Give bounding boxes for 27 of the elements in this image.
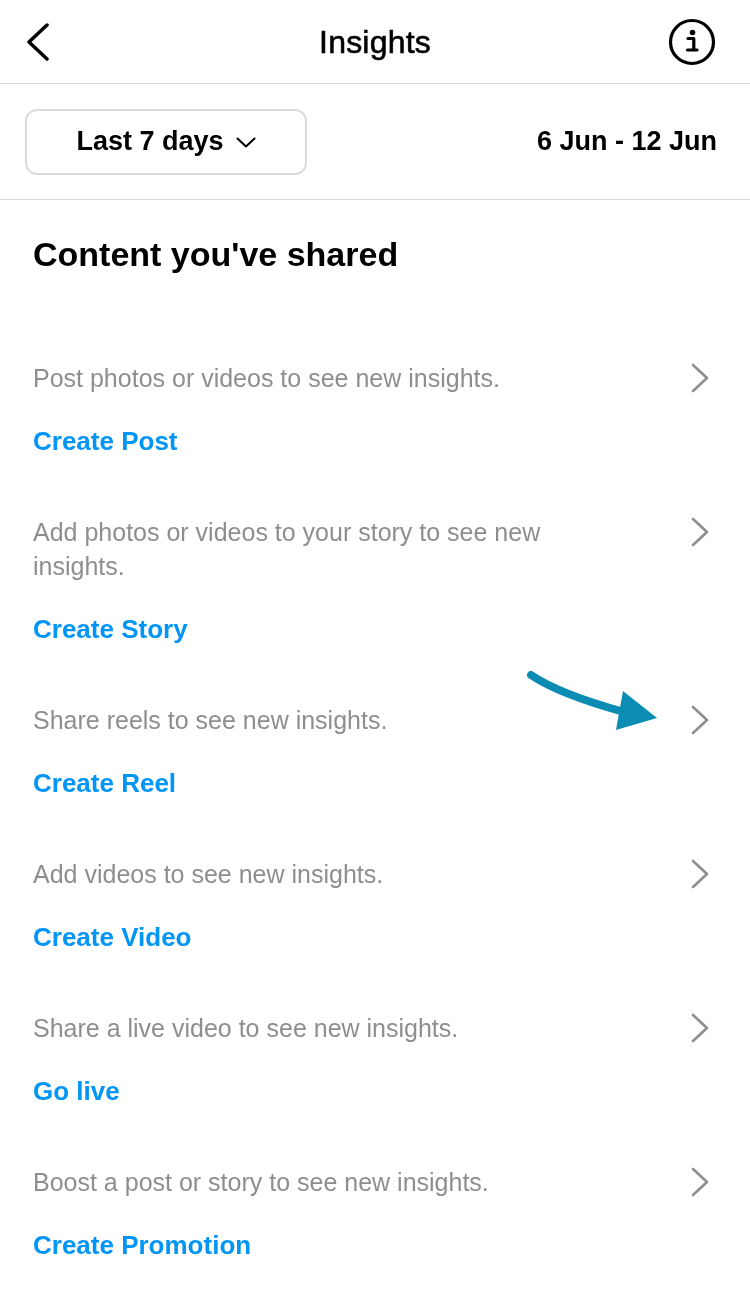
action-link[interactable]: Create Post (33, 426, 178, 456)
chevron-right-icon[interactable] (691, 363, 709, 393)
action-link[interactable]: Go live (33, 1076, 120, 1106)
info-icon (668, 17, 716, 66)
action-link[interactable]: Create Video (33, 922, 192, 952)
chevron-right-icon[interactable] (691, 859, 709, 889)
insight-description: Add photos or videos to your story to see new insights. (33, 517, 542, 582)
date-range-text: 6 Jun - 12 Jun (536, 126, 717, 157)
back-button[interactable] (26, 22, 50, 61)
section-heading: Content you've shared (33, 234, 400, 275)
date-range-dropdown[interactable]: Last 7 days (25, 108, 307, 175)
insight-description: Post photos or videos to see new insights. (33, 363, 500, 394)
chevron-right-icon[interactable] (691, 1167, 709, 1197)
action-link[interactable]: Create Story (33, 614, 188, 644)
action-link[interactable]: Create Promotion (33, 1230, 252, 1260)
insight-description: Boost a post or story to see new insights. (33, 1167, 489, 1198)
chevron-right-icon[interactable] (691, 705, 709, 735)
insight-description: Add videos to see new insights. (33, 859, 384, 890)
caret-down-icon (235, 136, 256, 148)
insight-description: Share a live video to see new insights. (33, 1013, 459, 1044)
screen-title: Insights (319, 23, 431, 60)
chevron-left-icon (26, 22, 50, 61)
info-button[interactable] (668, 17, 716, 66)
chevron-right-icon[interactable] (691, 1013, 709, 1043)
action-link[interactable]: Create Reel (33, 768, 177, 798)
insight-description: Share reels to see new insights. (33, 705, 388, 736)
chevron-right-icon[interactable] (691, 517, 709, 547)
